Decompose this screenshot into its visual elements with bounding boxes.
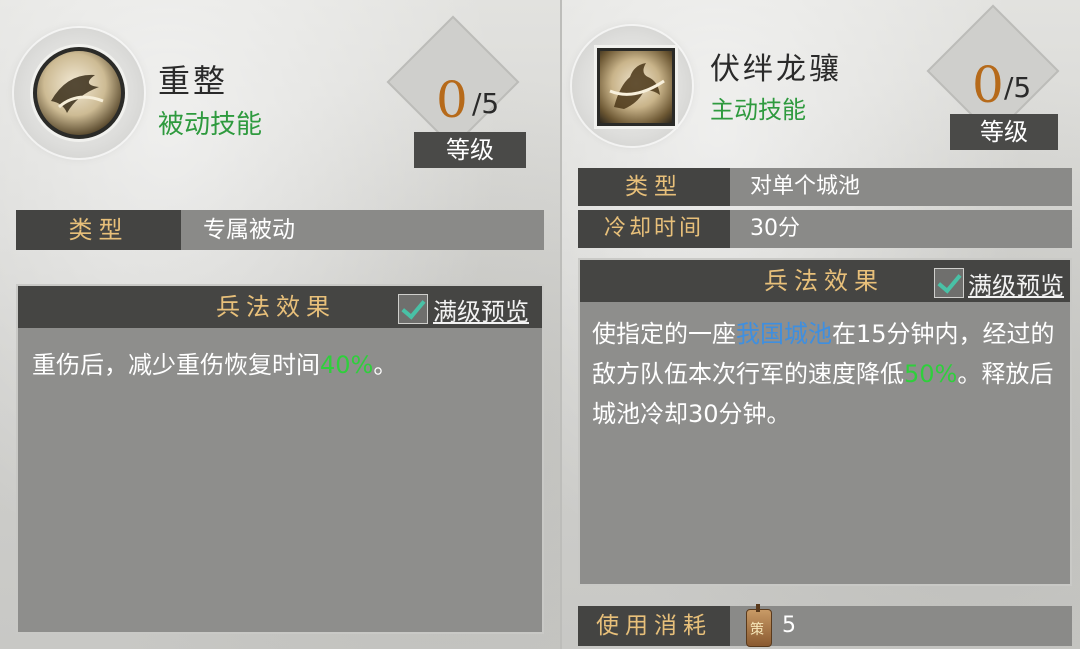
level-label: 等级 xyxy=(950,114,1058,150)
type-value: 对单个城池 xyxy=(750,174,861,199)
cooldown-value: 30分 xyxy=(750,216,800,241)
skill-panel-right: 伏绊龙骧 主动技能 0 /5 等级 类型 对单个城池 冷却时间 30分 兵法效果… xyxy=(562,0,1080,649)
max-level-preview-label[interactable]: 满级预览 xyxy=(433,292,529,327)
max-level-preview-label[interactable]: 满级预览 xyxy=(968,266,1064,301)
type-value: 专属被动 xyxy=(203,217,295,243)
horse-art-icon xyxy=(609,63,665,109)
type-label: 类型 xyxy=(578,168,730,206)
level-current: 0 xyxy=(436,71,468,129)
cooldown-row: 冷却时间 30分 xyxy=(578,210,1072,248)
skill-name: 重整 xyxy=(158,62,229,100)
max-level-preview-checkbox[interactable] xyxy=(934,268,964,298)
cooldown-label: 冷却时间 xyxy=(578,210,730,248)
target-highlight: 我国城池 xyxy=(736,320,832,348)
skill-icon[interactable] xyxy=(33,47,125,139)
max-level-preview-checkbox[interactable] xyxy=(398,294,428,324)
skill-name: 伏绊龙骧 xyxy=(710,52,842,87)
effect-value: 50% xyxy=(904,360,958,388)
token-glyph: 策 xyxy=(750,622,764,638)
skill-icon[interactable] xyxy=(597,48,675,126)
effect-description: 重伤后，减少重伤恢复时间40%。 xyxy=(32,344,528,387)
effect-description: 使指定的一座我国城池在15分钟内，经过的敌方队伍本次行军的速度降低50%。释放后… xyxy=(592,314,1060,434)
skill-kind: 被动技能 xyxy=(158,110,263,140)
effect-title: 兵法效果 xyxy=(216,293,336,321)
type-row: 类型 对单个城池 xyxy=(578,168,1072,206)
effect-box: 兵法效果 满级预览 重伤后，减少重伤恢复时间40%。 xyxy=(16,284,544,634)
effect-text-end: 。 xyxy=(373,351,398,379)
level-max: /5 xyxy=(472,87,500,120)
skill-kind: 主动技能 xyxy=(710,96,806,124)
type-row: 类型 专属被动 xyxy=(16,210,544,250)
level-current: 0 xyxy=(972,56,1004,114)
effect-title: 兵法效果 xyxy=(764,267,884,295)
effect-value: 40% xyxy=(320,351,374,379)
strategy-token-icon: 策 xyxy=(746,604,772,647)
effect-text: 使指定的一座 xyxy=(592,320,736,348)
level-label: 等级 xyxy=(414,132,526,168)
effect-box: 兵法效果 满级预览 使指定的一座我国城池在15分钟内，经过的敌方队伍本次行军的速… xyxy=(578,258,1072,586)
effect-text: 重伤后，减少重伤恢复时间 xyxy=(32,351,320,379)
cost-label: 使用消耗 xyxy=(578,606,730,646)
type-label: 类型 xyxy=(16,210,181,250)
cost-row: 使用消耗 策 5 xyxy=(578,604,1072,647)
bird-art-icon xyxy=(51,74,104,113)
level-max: /5 xyxy=(1004,71,1032,104)
skill-panel-left: 重整 被动技能 0 /5 等级 类型 专属被动 兵法效果 满级预览 重伤后，减少… xyxy=(0,0,560,649)
cost-value: 5 xyxy=(782,613,796,638)
